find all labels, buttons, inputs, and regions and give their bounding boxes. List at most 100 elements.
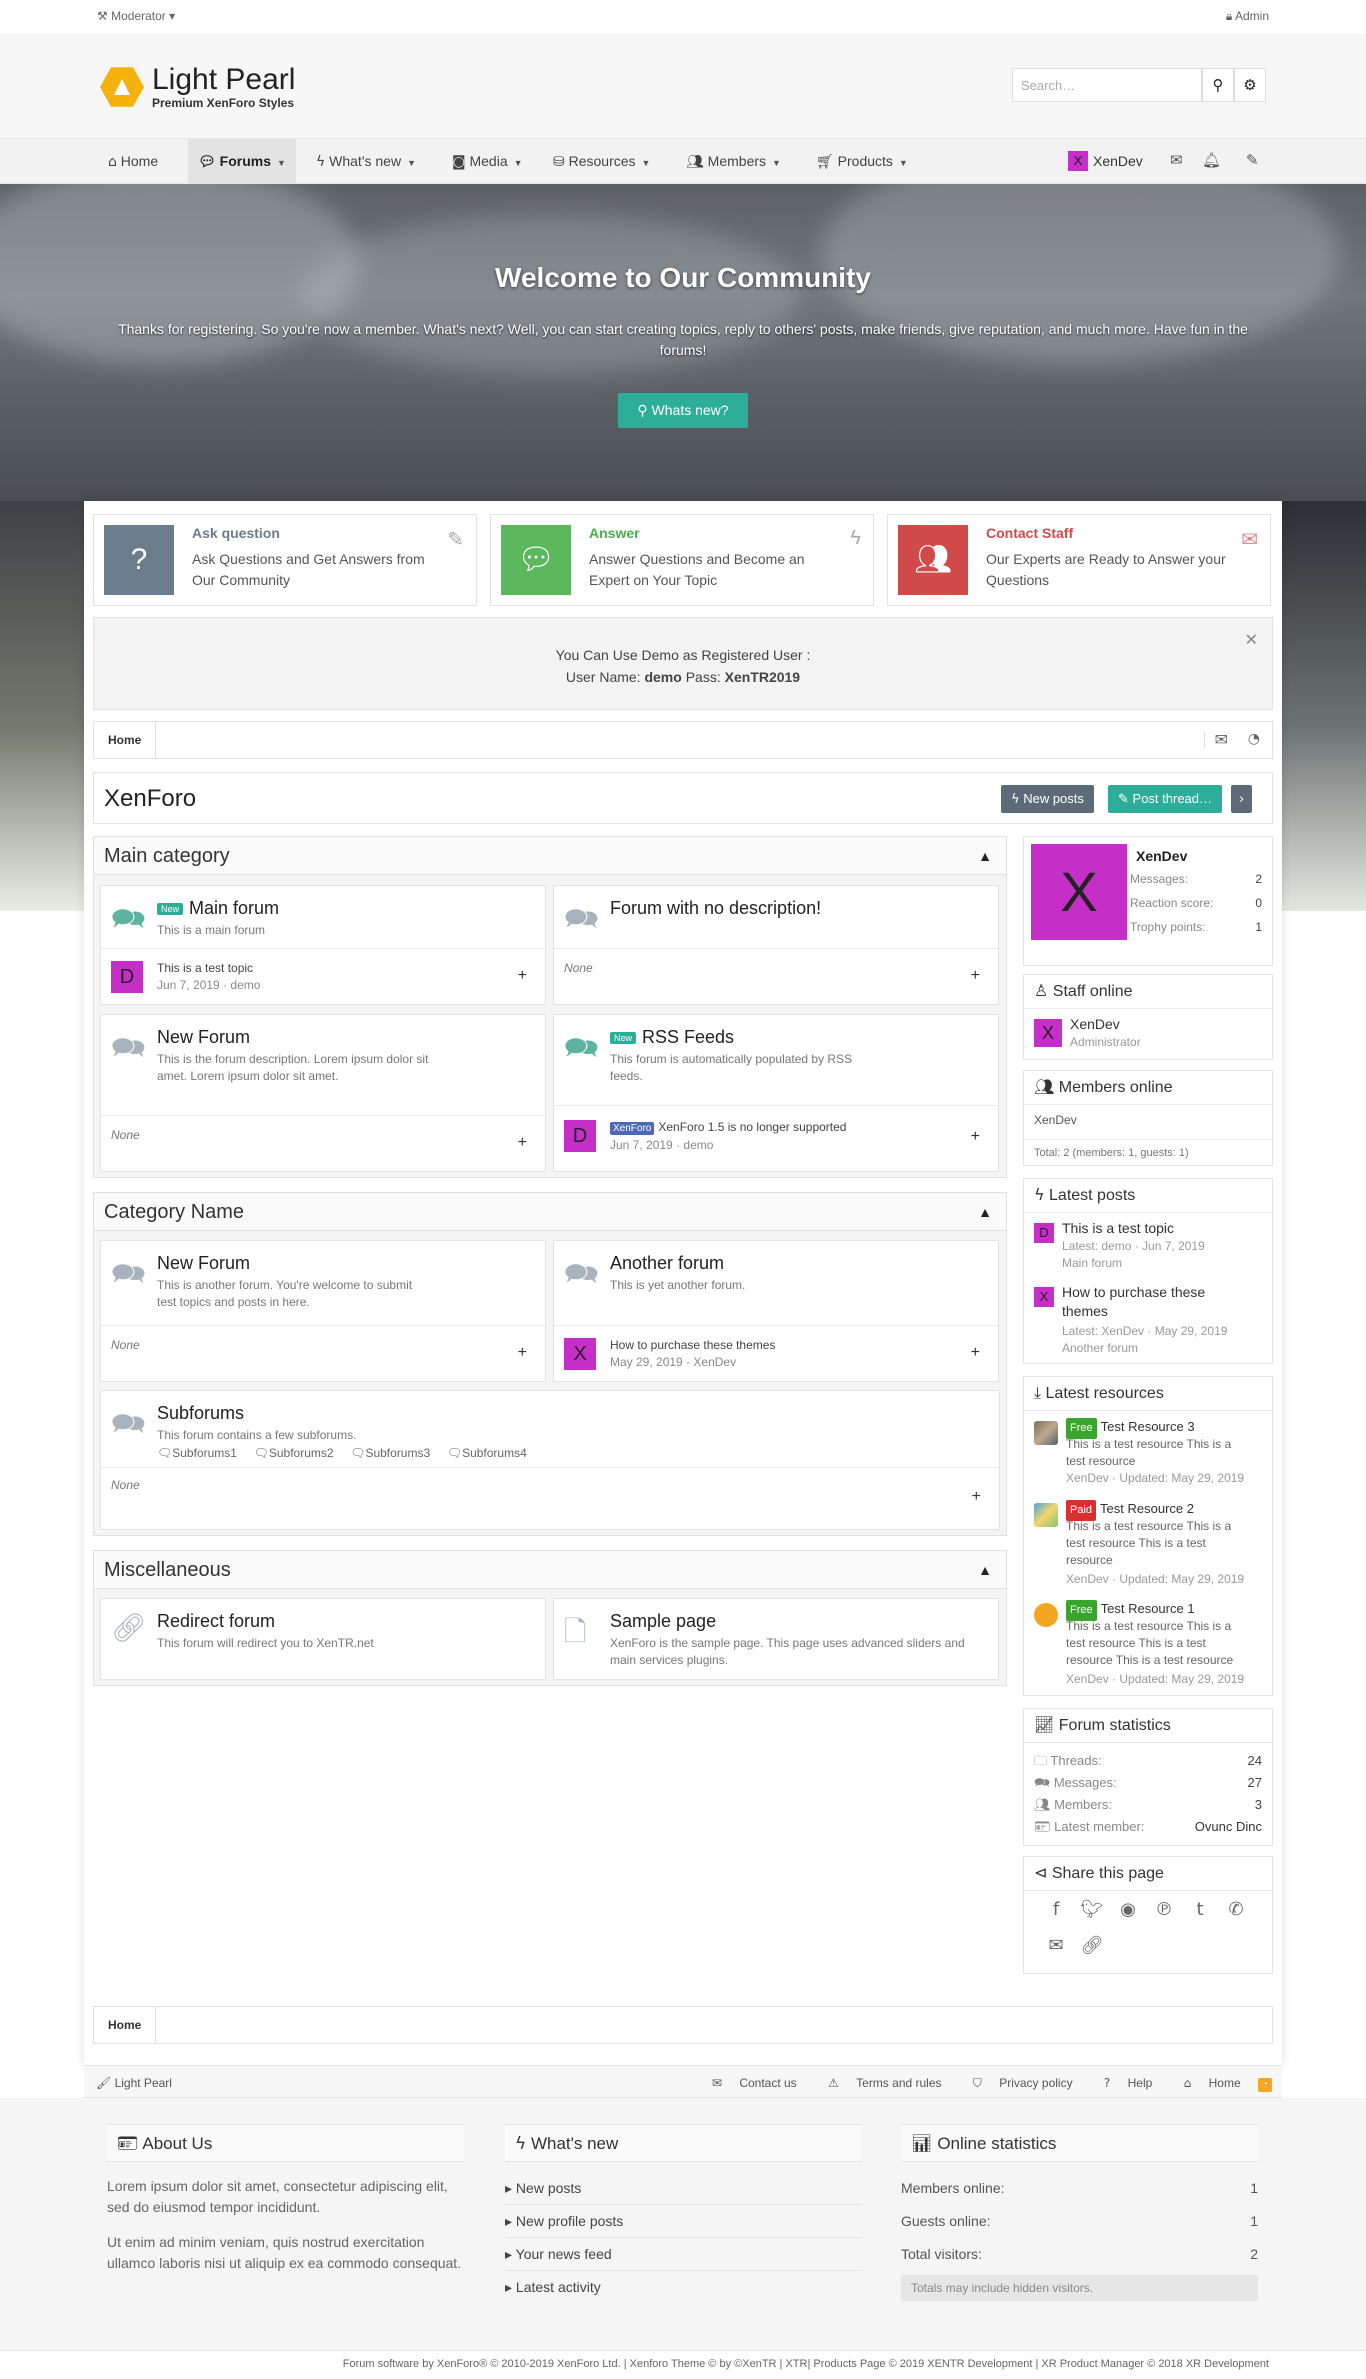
category-header[interactable]: Main category ▲ [94,837,1006,875]
breadcrumb-home[interactable]: Home [94,722,157,758]
tab-members[interactable]: 👥︎ Members ▼ [676,139,791,183]
post-thread-button[interactable]: ✎ Post thread… [1108,785,1223,813]
rss-icon[interactable]: ◔ [1248,732,1260,746]
tab-whats-new[interactable]: ϟ What's new ▼ [306,139,426,183]
tab-media[interactable]: ◙ Media ▼ [442,139,533,183]
avatar[interactable]: X [1034,1287,1054,1307]
footer-link-privacy[interactable]: ⛉ Privacy policy [959,2076,1073,2090]
pinterest-icon[interactable]: ℗ [1146,1901,1182,1919]
chevron-down-icon[interactable]: ▼ [899,158,908,168]
resource-item[interactable]: Free Test Resource 1 This is a test resou… [1034,1599,1262,1697]
node-title[interactable]: New Main forum [157,898,279,919]
footer-link-terms[interactable]: ⚠ Terms and rules [814,2076,941,2090]
tab-home[interactable]: ⌂ Home [98,139,168,183]
tab-resources[interactable]: ⛁ Resources ▼ [543,139,660,183]
node-title[interactable]: New Forum [157,1027,250,1048]
facebook-icon[interactable]: f [1038,1901,1074,1919]
members-list[interactable]: XenDev [1034,1113,1262,1127]
plus-icon[interactable]: + [971,967,980,985]
avatar[interactable]: X [1034,1019,1062,1047]
twitter-icon[interactable]: 🐦︎ [1074,1901,1110,1919]
node-no-description[interactable]: 🗪︎ Forum with no description! None + [553,885,999,1005]
avatar[interactable]: X [1031,844,1127,940]
subforum-link[interactable]: 🗨︎Subforums4 [447,1446,527,1460]
avatar[interactable]: X [564,1338,596,1370]
subforum-link[interactable]: 🗨︎Subforums1 [157,1446,237,1460]
node-main-forum[interactable]: 🗪︎ New Main forum This is a main forum D … [100,885,546,1005]
link-icon[interactable]: 🔗︎ [1074,1937,1110,1955]
subforum-link[interactable]: 🗨︎Subforums2 [254,1446,334,1460]
post-forum[interactable]: Another forum [1062,1340,1138,1357]
stat-value[interactable]: Ovunc Dinc [1195,1819,1262,1834]
node-new-forum-2[interactable]: 🗪︎ New Forum This is another forum. You'… [100,1240,546,1382]
last-post-user[interactable]: XenDev [693,1355,736,1369]
site-logo[interactable]: Light Pearl Premium XenForo Styles [100,64,295,110]
moderator-menu[interactable]: ⚒ Moderator ▾ [97,9,175,23]
plus-icon[interactable]: + [518,1134,527,1152]
post-title[interactable]: How to purchase these themes [1062,1283,1242,1321]
avatar[interactable]: D [564,1120,596,1152]
footer-link[interactable]: ▸ Your news feed [505,2238,862,2271]
plus-icon[interactable]: + [971,1128,980,1146]
footer-link-contact[interactable]: ✉ Contact us [698,2076,797,2090]
more-button[interactable]: › [1231,785,1253,813]
admin-link[interactable]: 🔒︎ Admin [1226,9,1269,23]
new-posts-button[interactable]: ϟ New posts [1001,785,1094,813]
node-title[interactable]: New RSS Feeds [610,1027,734,1048]
footer-link[interactable]: ▸ New posts [505,2172,862,2205]
plus-icon[interactable]: + [518,967,527,985]
close-icon[interactable]: ✕ [1245,630,1258,652]
resource-item[interactable]: Paid Test Resource 2 This is a test resou… [1034,1499,1262,1597]
whats-new-button[interactable]: ⚲ Whats new? [618,393,748,428]
avatar[interactable]: D [111,961,143,993]
plus-icon[interactable]: + [518,1344,527,1362]
bell-icon[interactable]: 🔔︎ [1202,151,1221,169]
chevron-up-icon[interactable]: ▲ [978,1551,992,1589]
avatar[interactable]: D [1034,1223,1054,1243]
post-title[interactable]: This is a test topic [1062,1219,1174,1238]
plus-icon[interactable]: + [972,1488,981,1506]
tab-products[interactable]: 🛒︎ Products ▼ [806,139,918,183]
tab-forums[interactable]: 💬︎ Forums ▼ [188,139,296,183]
footer-link[interactable]: ▸ Latest activity [505,2271,862,2304]
last-post-title[interactable]: How to purchase these themes [610,1338,775,1352]
search-settings-button[interactable]: ⚙ [1234,68,1266,102]
staff-name[interactable]: XenDev [1070,1015,1120,1034]
last-post-user[interactable]: demo [683,1138,713,1152]
node-sample-page[interactable]: 🗋︎ Sample page XenForo is the sample pag… [553,1598,999,1680]
profile-name[interactable]: XenDev [1136,848,1187,864]
chevron-down-icon[interactable]: ▼ [407,158,416,168]
node-another-forum[interactable]: 🗪︎ Another forum This is yet another for… [553,1240,999,1382]
user-menu[interactable]: X XenDev [1068,151,1143,171]
node-title[interactable]: New Forum [157,1253,250,1274]
last-post-title[interactable]: This is a test topic [157,961,253,975]
subforum-link[interactable]: 🗨︎Subforums3 [350,1446,430,1460]
envelope-icon[interactable]: ✉ [1203,732,1228,748]
reddit-icon[interactable]: ◉ [1110,1901,1146,1919]
envelope-icon[interactable]: ✉ [1170,151,1183,169]
node-title[interactable]: Sample page [610,1611,716,1632]
pencil-icon[interactable]: ✎ [1246,151,1259,169]
node-subforums[interactable]: 🗪︎ Subforums This forum contains a few s… [100,1390,1000,1530]
last-post-title[interactable]: XenForo XenForo 1.5 is no longer supporte… [610,1120,846,1135]
resource-item[interactable]: Free Test Resource 3 This is a test resou… [1034,1417,1262,1497]
plus-icon[interactable]: + [971,1344,980,1362]
chevron-up-icon[interactable]: ▲ [978,1193,992,1231]
node-title[interactable]: Subforums [157,1403,244,1424]
search-button[interactable]: ⚲ [1202,68,1234,102]
node-new-forum[interactable]: 🗪︎ New Forum This is the forum descripti… [100,1014,546,1172]
search-input[interactable]: Search… [1012,68,1202,102]
category-header[interactable]: Miscellaneous ▲ [94,1551,1006,1589]
chevron-down-icon[interactable]: ▼ [772,158,781,168]
latest-post-item[interactable]: D This is a test topic Latest: demo · Ju… [1034,1219,1262,1279]
footer-link[interactable]: ▸ New profile posts [505,2205,862,2238]
node-title[interactable]: Another forum [610,1253,724,1274]
breadcrumb-home[interactable]: Home [94,2007,157,2043]
whatsapp-icon[interactable]: ✆ [1218,1901,1254,1919]
chevron-down-icon[interactable]: ▼ [642,158,651,168]
envelope-icon[interactable]: ✉ [1038,1937,1074,1955]
footer-link-help[interactable]: ? Help [1090,2076,1152,2090]
category-header[interactable]: Category Name ▲ [94,1193,1006,1231]
chevron-down-icon[interactable]: ▼ [514,158,523,168]
rss-icon[interactable]: ◔ [1258,2078,1272,2092]
